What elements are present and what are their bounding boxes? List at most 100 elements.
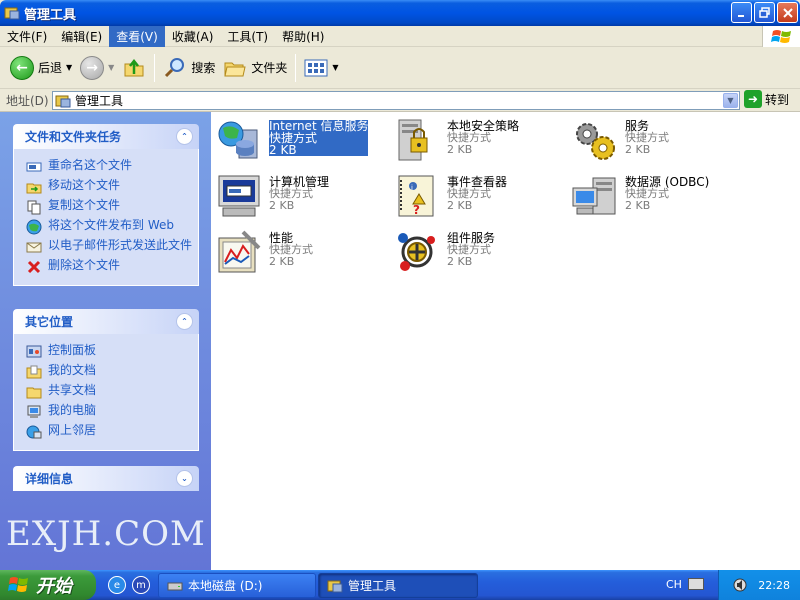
task-label: 本地磁盘 (D:) bbox=[188, 579, 263, 593]
odbc-icon bbox=[572, 177, 616, 215]
chevron-down-icon[interactable]: ▼ bbox=[332, 63, 338, 72]
address-input[interactable]: 管理工具 ▼ bbox=[52, 91, 740, 110]
file-tasks-panel: 文件和文件夹任务 ⌃ 重命名这个文件 移动这个文件 复制这个文件 将这个文件发布… bbox=[13, 124, 199, 286]
back-button[interactable]: ← 后退 ▼ bbox=[6, 52, 76, 84]
file-item[interactable]: 组件服务 快捷方式 2 KB bbox=[393, 228, 495, 276]
toolbar: ← 后退 ▼ → ▼ 搜索 文件夹 ▼ bbox=[0, 47, 800, 89]
file-item[interactable]: 性能 快捷方式 2 KB bbox=[215, 228, 313, 276]
menu-bar: 文件(F) 编辑(E) 查看(V) 收藏(A) 工具(T) 帮助(H) bbox=[0, 25, 800, 47]
file-size: 2 KB bbox=[447, 255, 473, 268]
taskbar: 开始 e m 本地磁盘 (D:) 管理工具 CH 22:28 bbox=[0, 570, 800, 600]
other-places-title: 其它位置 bbox=[25, 315, 74, 329]
go-button[interactable]: ➜ 转到 bbox=[744, 90, 789, 108]
other-places-header[interactable]: 其它位置 ⌃ bbox=[13, 309, 199, 334]
file-item[interactable]: 数据源 (ODBC) 快捷方式 2 KB bbox=[571, 172, 709, 220]
close-icon bbox=[782, 7, 793, 18]
task-publish-web[interactable]: 将这个文件发布到 Web bbox=[26, 217, 192, 237]
place-shared-documents[interactable]: 共享文档 bbox=[26, 382, 192, 402]
task-label: 移动这个文件 bbox=[48, 178, 121, 192]
drive-icon bbox=[167, 582, 183, 590]
go-arrow-icon: ➜ bbox=[744, 90, 762, 108]
file-item[interactable]: Internet 信息服务 快捷方式 2 KB bbox=[215, 116, 369, 164]
clock[interactable]: 22:28 bbox=[758, 579, 790, 592]
forward-arrow-icon: → bbox=[80, 55, 105, 80]
task-rename[interactable]: 重命名这个文件 bbox=[26, 157, 192, 177]
language-indicator[interactable]: CH bbox=[666, 578, 682, 591]
taskbar-task[interactable]: 管理工具 bbox=[318, 573, 478, 598]
place-my-documents[interactable]: 我的文档 bbox=[26, 362, 192, 382]
task-copy[interactable]: 复制这个文件 bbox=[26, 197, 192, 217]
chevron-down-icon[interactable]: ▼ bbox=[108, 63, 114, 72]
volume-icon[interactable] bbox=[732, 577, 748, 593]
file-item[interactable]: 计算机管理 快捷方式 2 KB bbox=[215, 172, 329, 220]
address-dropdown-button[interactable]: ▼ bbox=[723, 93, 738, 108]
security-policy-icon bbox=[398, 119, 428, 161]
network-places-icon bbox=[26, 424, 42, 440]
collapse-icon[interactable]: ⌃ bbox=[176, 313, 193, 330]
maximize-button[interactable] bbox=[754, 2, 775, 23]
place-label: 共享文档 bbox=[48, 383, 97, 397]
place-network[interactable]: 网上邻居 bbox=[26, 422, 192, 442]
svg-text:i: i bbox=[411, 184, 413, 192]
taskbar-task[interactable]: 本地磁盘 (D:) bbox=[158, 573, 316, 598]
start-label: 开始 bbox=[36, 576, 72, 597]
forward-button[interactable]: → ▼ bbox=[76, 52, 118, 84]
file-size: 2 KB bbox=[625, 199, 651, 212]
place-label: 我的文档 bbox=[48, 363, 97, 377]
menu-file[interactable]: 文件(F) bbox=[0, 26, 54, 47]
menu-view[interactable]: 查看(V) bbox=[109, 25, 165, 47]
expand-icon[interactable]: ⌄ bbox=[176, 470, 193, 487]
restore-icon bbox=[759, 7, 770, 18]
folders-button[interactable]: 文件夹 bbox=[219, 52, 291, 84]
folders-label: 文件夹 bbox=[251, 61, 288, 75]
folder-tools-icon bbox=[327, 580, 343, 592]
place-control-panel[interactable]: 控制面板 bbox=[26, 342, 192, 362]
views-button[interactable]: ▼ bbox=[300, 52, 342, 84]
task-label: 将这个文件发布到 Web bbox=[48, 218, 174, 232]
details-title: 详细信息 bbox=[25, 472, 74, 486]
email-icon bbox=[26, 239, 42, 255]
messenger-quicklaunch-icon[interactable]: m bbox=[132, 576, 150, 594]
file-tasks-header[interactable]: 文件和文件夹任务 ⌃ bbox=[13, 124, 199, 149]
minimize-button[interactable] bbox=[731, 2, 752, 23]
admin-tools-icon bbox=[55, 95, 71, 107]
task-label: 删除这个文件 bbox=[48, 258, 121, 272]
address-label: 地址(D) bbox=[6, 93, 49, 108]
menu-favorites[interactable]: 收藏(A) bbox=[165, 26, 221, 47]
ie-quicklaunch-icon[interactable]: e bbox=[108, 576, 126, 594]
task-delete[interactable]: 删除这个文件 bbox=[26, 257, 192, 277]
search-icon bbox=[165, 57, 185, 77]
task-label: 重命名这个文件 bbox=[48, 158, 133, 172]
admin-tools-icon bbox=[4, 7, 20, 20]
chevron-down-icon[interactable]: ▼ bbox=[66, 63, 72, 72]
place-label: 控制面板 bbox=[48, 343, 97, 357]
svg-text:?: ? bbox=[413, 203, 420, 217]
event-viewer-icon: i ? bbox=[398, 175, 434, 217]
menu-edit[interactable]: 编辑(E) bbox=[54, 26, 109, 47]
file-item[interactable]: 本地安全策略 快捷方式 2 KB bbox=[393, 116, 519, 164]
menu-help[interactable]: 帮助(H) bbox=[275, 26, 331, 47]
details-header[interactable]: 详细信息 ⌄ bbox=[13, 466, 199, 491]
search-label: 搜索 bbox=[191, 61, 216, 75]
place-my-computer[interactable]: 我的电脑 bbox=[26, 402, 192, 422]
close-button[interactable] bbox=[777, 2, 798, 23]
keyboard-icon[interactable] bbox=[688, 578, 704, 590]
file-size: 2 KB bbox=[269, 144, 369, 156]
file-size: 2 KB bbox=[447, 143, 473, 156]
up-folder-button[interactable] bbox=[118, 52, 150, 84]
task-email[interactable]: 以电子邮件形式发送此文件 bbox=[26, 237, 192, 257]
go-label: 转到 bbox=[765, 92, 790, 107]
menu-tools[interactable]: 工具(T) bbox=[220, 26, 275, 47]
rename-icon bbox=[26, 159, 42, 175]
address-value: 管理工具 bbox=[75, 94, 124, 108]
search-button[interactable]: 搜索 bbox=[159, 52, 219, 84]
collapse-icon[interactable]: ⌃ bbox=[176, 128, 193, 145]
move-icon bbox=[26, 179, 42, 195]
back-label: 后退 bbox=[38, 61, 63, 75]
start-button[interactable]: 开始 bbox=[0, 570, 96, 600]
task-move[interactable]: 移动这个文件 bbox=[26, 177, 192, 197]
file-item[interactable]: 服务 快捷方式 2 KB bbox=[571, 116, 669, 164]
toolbar-separator bbox=[295, 53, 297, 82]
copy-icon bbox=[26, 199, 42, 215]
file-item[interactable]: i ? 事件查看器 快捷方式 2 KB bbox=[393, 172, 507, 220]
